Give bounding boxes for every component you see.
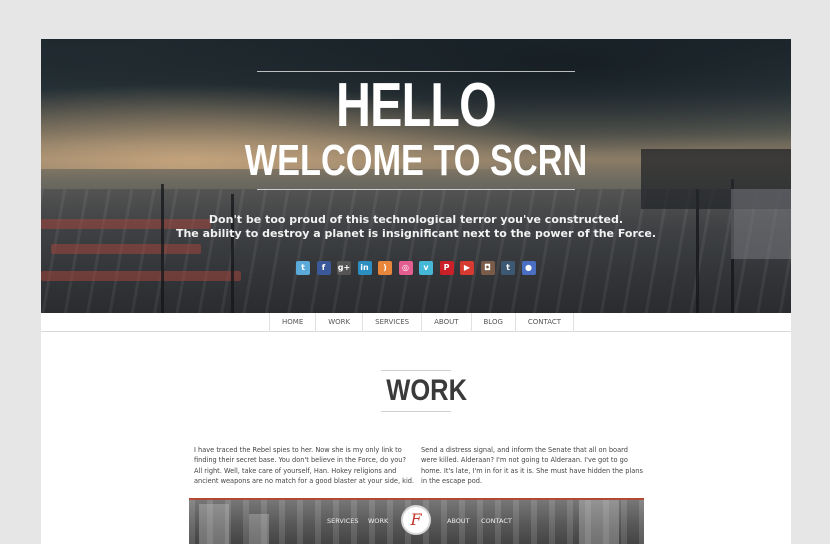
pinterest-icon[interactable]: P [439, 261, 454, 275]
preview-nav-contact[interactable]: CONTACT [481, 517, 512, 525]
nav-item-about[interactable]: ABOUT [421, 313, 470, 332]
hero-bottom-rule [257, 189, 575, 190]
nav-item-home[interactable]: HOME [269, 313, 315, 332]
nav-item-services[interactable]: SERVICES [362, 313, 421, 332]
nav-item-contact[interactable]: CONTACT [514, 313, 575, 332]
main-nav-list: HOME WORK SERVICES ABOUT BLOG CONTACT [269, 313, 575, 332]
work-text-column-right: Send a distress signal, and inform the S… [421, 446, 643, 485]
facebook-icon[interactable]: f [316, 261, 331, 275]
hero-subtitle: WELCOME TO SCRN [244, 136, 588, 185]
flickr-icon[interactable]: ● [521, 261, 536, 275]
twitter-icon[interactable]: t [296, 261, 310, 275]
youtube-icon[interactable]: ▶ [460, 261, 474, 275]
work-section-title: WORK [381, 370, 467, 412]
preview-building-decoration [249, 514, 269, 544]
main-nav: HOME WORK SERVICES ABOUT BLOG CONTACT [41, 313, 791, 332]
hero-tagline-line-2: The ability to destroy a planet is insig… [175, 227, 657, 240]
hero-banner: HELLO WELCOME TO SCRN Don't be too proud… [41, 39, 791, 313]
social-icons: t f g+ in) ◎ v P ▶ ◘ t ● [296, 261, 536, 275]
hero-tagline-line-1: Don't be too proud of this technological… [208, 213, 624, 226]
preview-nav-about[interactable]: ABOUT [447, 517, 470, 525]
instagram-icon[interactable]: ◘ [480, 261, 495, 275]
vimeo-icon[interactable]: v [419, 261, 433, 275]
preview-logo-letter: F [410, 510, 422, 529]
preview-logo[interactable]: F [401, 505, 431, 535]
tumblr-icon[interactable]: t [501, 261, 515, 275]
page: HELLO WELCOME TO SCRN Don't be too proud… [41, 39, 791, 544]
preview-building-decoration [199, 504, 229, 544]
preview-building-decoration [579, 500, 619, 544]
hero-content: HELLO WELCOME TO SCRN Don't be too proud… [41, 39, 791, 313]
preview-nav-services[interactable]: SERVICES [327, 517, 359, 525]
nav-item-work[interactable]: WORK [315, 313, 362, 332]
work-text-column-left: I have traced the Rebel spies to her. No… [194, 446, 415, 485]
hero-title: HELLO [336, 71, 497, 140]
rss-icon[interactable]: ) [378, 261, 392, 275]
hero-tagline: Don't be too proud of this technological… [41, 213, 791, 241]
portfolio-preview[interactable]: SERVICES WORK F ABOUT CONTACT [189, 498, 644, 544]
dribbble-icon[interactable]: ◎ [398, 261, 413, 275]
preview-nav-work[interactable]: WORK [368, 517, 388, 525]
nav-item-blog[interactable]: BLOG [470, 313, 515, 332]
linkedin-icon[interactable]: in [357, 261, 372, 275]
google-plus-icon[interactable]: g+ [337, 261, 351, 275]
work-title-text: WORK [386, 374, 467, 407]
